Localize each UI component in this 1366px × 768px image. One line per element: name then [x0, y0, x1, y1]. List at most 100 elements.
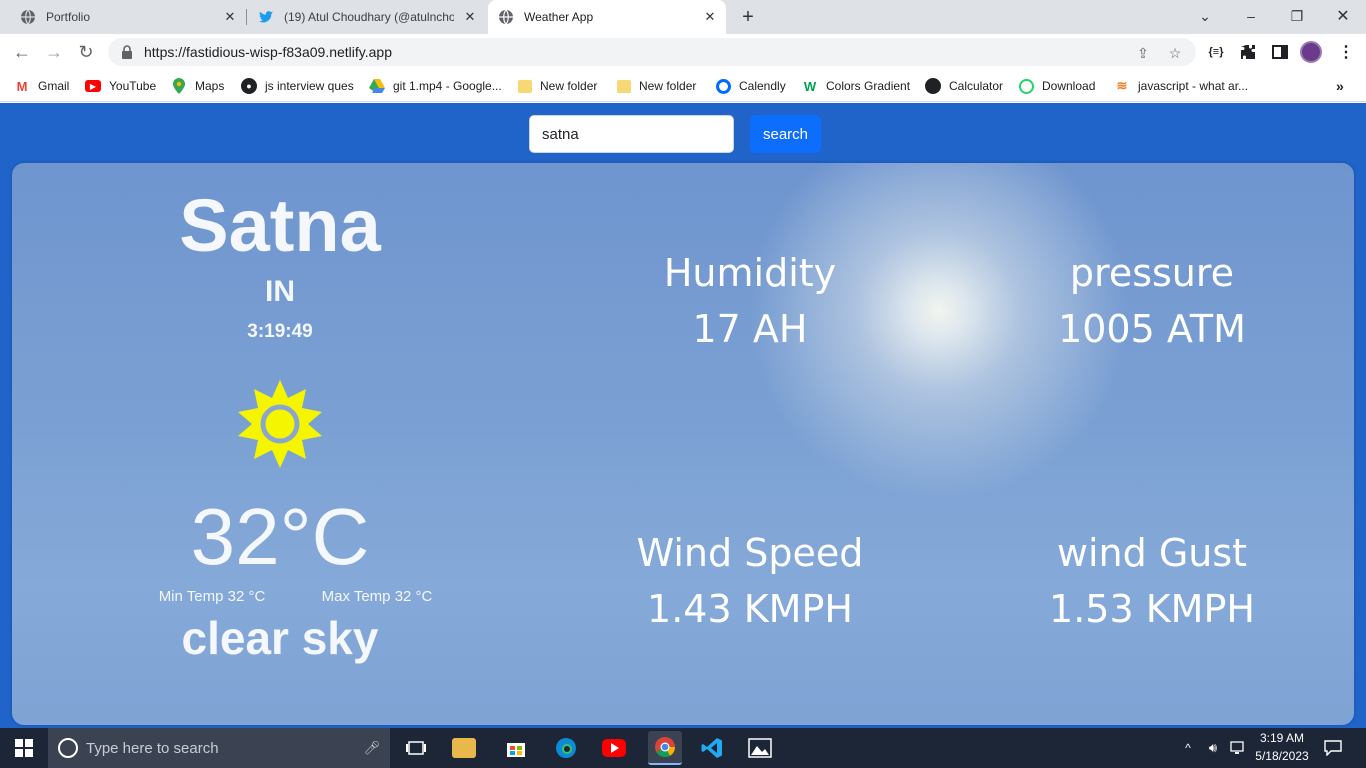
more-menu-icon[interactable]: ⋮ [1336, 43, 1356, 61]
more-bookmarks-chevron-icon[interactable]: » [1336, 77, 1344, 95]
search-icon [58, 738, 78, 758]
wind-speed-value: 1.43 KMPH [647, 587, 853, 631]
tab-label: Weather App [524, 10, 594, 24]
tab-strip: Portfolio ✕ (19) Atul Choudhary (@atulnc… [0, 0, 1366, 34]
webgradients-icon: W [803, 78, 817, 94]
tab-twitter[interactable]: (19) Atul Choudhary (@atulnchou ✕ [248, 0, 486, 34]
bookmark-gmail[interactable]: M Gmail [14, 77, 70, 95]
gmail-icon: M [16, 78, 28, 94]
bookmark-js-interview[interactable]: ● js interview ques [241, 77, 354, 95]
tab-search-chevron-down-icon[interactable]: ⌄ [1190, 4, 1220, 28]
address-bar[interactable]: https://fastidious-wisp-f83a09.netlify.a… [108, 38, 1196, 66]
twitter-icon [258, 9, 274, 25]
bookmark-calculator[interactable]: Calculator [925, 77, 1003, 95]
bookmark-colors-gradient[interactable]: W Colors Gradient [802, 77, 910, 95]
taskbar-search-placeholder: Type here to search [86, 739, 219, 757]
bookmark-label: Gmail [38, 79, 70, 93]
edge-icon[interactable] [552, 734, 580, 762]
city-name: Satna [179, 184, 381, 267]
github-icon: ● [241, 78, 257, 94]
city-search-input[interactable] [529, 115, 734, 153]
bookmark-label: Maps [195, 79, 225, 93]
network-icon[interactable] [1228, 738, 1246, 758]
bookmark-javascript[interactable]: ≋ javascript - what ar... [1114, 77, 1249, 95]
humidity-value: 17 AH [692, 307, 808, 351]
close-icon[interactable]: ✕ [222, 9, 238, 25]
sun-icon [234, 378, 326, 470]
back-arrow-icon[interactable]: ← [9, 39, 35, 65]
notification-icon[interactable] [1322, 738, 1344, 758]
tab-label: Portfolio [46, 10, 91, 24]
bookmark-youtube[interactable]: ▶ YouTube [85, 77, 156, 95]
share-icon[interactable]: ⇪ [1134, 44, 1152, 62]
file-explorer-icon[interactable] [452, 738, 476, 758]
globe-icon [20, 9, 36, 25]
bookmark-label: YouTube [109, 79, 157, 93]
taskbar-search-box[interactable]: Type here to search 🎤︎ [48, 728, 390, 768]
restore-button[interactable]: ❐ [1282, 4, 1312, 28]
wind-gust-value: 1.53 KMPH [1049, 587, 1255, 631]
close-icon[interactable]: ✕ [462, 9, 478, 25]
local-time: 3:19:49 [247, 321, 313, 342]
bookmarks-bar: M Gmail ▶ YouTube Maps ● js interview qu… [0, 70, 1366, 102]
clock-date[interactable]: 5/18/2023 [1248, 749, 1316, 763]
close-window-button[interactable]: ✕ [1328, 4, 1358, 28]
calendly-icon [716, 78, 731, 94]
vscode-icon[interactable] [698, 734, 726, 762]
forward-arrow-icon[interactable]: → [41, 39, 67, 65]
task-view-icon[interactable] [402, 734, 430, 762]
youtube-app-icon[interactable] [600, 734, 628, 762]
star-icon[interactable]: ☆ [1166, 44, 1184, 62]
bookmark-label: New folder [639, 79, 697, 93]
puzzle-extensions-icon[interactable] [1238, 43, 1258, 61]
reload-icon[interactable]: ↻ [73, 39, 99, 65]
json-extension-icon[interactable]: {≡} [1206, 43, 1226, 61]
weather-description: clear sky [181, 612, 379, 664]
tab-label: (19) Atul Choudhary (@atulnchou [284, 10, 454, 24]
photos-icon[interactable] [746, 734, 774, 762]
chrome-icon[interactable] [648, 731, 682, 765]
pressure-value: 1005 ATM [1058, 307, 1246, 351]
new-tab-button[interactable]: + [736, 5, 760, 29]
bookmark-label: Calendly [739, 79, 786, 93]
folder-icon [518, 79, 532, 93]
tab-weather-app[interactable]: Weather App ✕ [488, 0, 726, 34]
wind-gust-label: wind Gust [1056, 531, 1248, 575]
youtube-icon: ▶ [85, 80, 101, 92]
weather-app-page: search Satna IN 3:19:49 32°C Min Temp 32… [0, 103, 1366, 728]
max-temperature: Max Temp 32 °C [321, 588, 433, 605]
volume-icon[interactable]: 🔊︎ [1204, 738, 1222, 758]
bookmark-label: Colors Gradient [826, 79, 911, 93]
windows-taskbar: Type here to search 🎤︎ ^ 🔊︎ 3:19 AM 5/18… [0, 728, 1366, 768]
bookmark-calendly[interactable]: Calendly [716, 77, 786, 95]
microphone-icon[interactable]: 🎤︎ [364, 739, 381, 757]
bookmark-label: New folder [540, 79, 598, 93]
pressure-label: pressure [1069, 251, 1235, 295]
bookmark-git-drive[interactable]: git 1.mp4 - Google... [369, 77, 502, 95]
wind-speed-label: Wind Speed [636, 531, 864, 575]
bookmark-label: js interview ques [265, 79, 354, 93]
bookmark-download[interactable]: Download [1019, 77, 1095, 95]
temperature: 32°C [190, 492, 370, 581]
profile-avatar[interactable] [1300, 41, 1322, 63]
microsoft-store-icon[interactable] [502, 734, 530, 762]
whatsapp-icon [1019, 78, 1034, 94]
close-icon[interactable]: ✕ [702, 9, 718, 25]
minimize-button[interactable]: – [1236, 4, 1266, 28]
bookmark-label: Calculator [949, 79, 1004, 93]
lock-icon [120, 45, 134, 59]
chevron-up-icon[interactable]: ^ [1180, 738, 1196, 758]
bookmark-label: javascript - what ar... [1138, 79, 1249, 93]
clock-time[interactable]: 3:19 AM [1252, 731, 1312, 745]
bookmark-new-folder[interactable]: New folder [518, 77, 597, 95]
humidity-label: Humidity [663, 251, 837, 295]
side-panel-icon[interactable] [1270, 43, 1290, 61]
windows-start-icon[interactable] [0, 728, 48, 768]
bookmark-new-folder[interactable]: New folder [617, 77, 696, 95]
search-button[interactable]: search [750, 115, 821, 153]
country-code: IN [265, 275, 295, 308]
bookmark-maps[interactable]: Maps [171, 77, 224, 95]
calculator-icon [925, 78, 941, 94]
stackoverflow-icon: ≋ [1116, 78, 1128, 93]
tab-portfolio[interactable]: Portfolio ✕ [10, 0, 246, 34]
